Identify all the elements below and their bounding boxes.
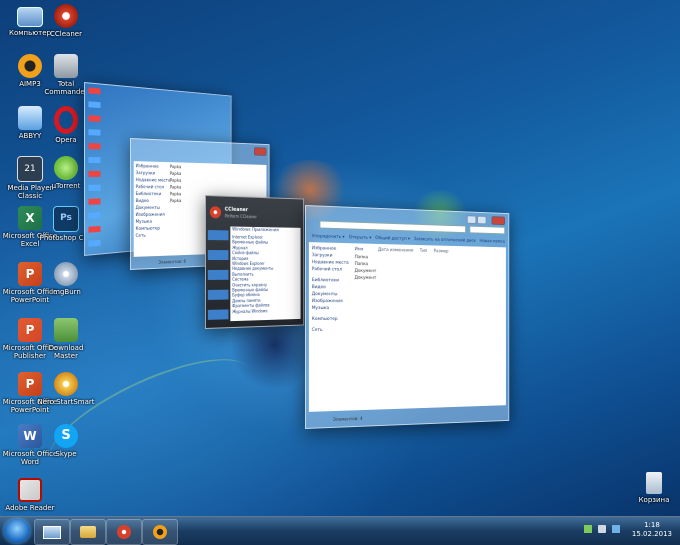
open-button[interactable]: Открыть ▾ [349, 235, 372, 241]
windows-explorer-icon [43, 526, 61, 539]
total-commander-icon [54, 54, 78, 78]
minimize-button[interactable] [466, 215, 477, 225]
volume-icon[interactable] [598, 525, 606, 533]
utorrent-icon [54, 156, 78, 180]
navigation-tree: Избранное Загрузки Недавние места Рабочи… [312, 245, 349, 334]
nav-music[interactable]: Музыка [312, 305, 349, 312]
network-icon[interactable] [584, 525, 592, 533]
flag-icon[interactable] [612, 525, 620, 533]
folder-icon [80, 526, 96, 538]
start-button[interactable] [4, 519, 30, 543]
imgburn-icon [54, 262, 78, 286]
burn-button[interactable]: Записать на оптический диск [414, 237, 476, 244]
tab-windows[interactable]: Windows [232, 228, 250, 233]
desktop-icon-imgburn[interactable]: ImgBurn [36, 262, 96, 296]
ccleaner-icon [117, 525, 131, 539]
desktop-icon-adobe-reader[interactable]: Adobe Reader [0, 478, 60, 512]
skype-icon: S [54, 424, 78, 448]
nav-network[interactable]: Сеть [312, 327, 349, 334]
organize-button[interactable]: Упорядочить ▾ [312, 234, 345, 240]
clock-date: 15.02.2013 [631, 530, 672, 538]
taskbar-button-explorer[interactable] [70, 519, 106, 545]
close-button[interactable] [254, 147, 267, 156]
cleaner-items: Internet Explorer Временные файлы Журнал Co… [232, 234, 274, 314]
tab-applications[interactable]: Приложения [252, 228, 279, 233]
download-master-icon [54, 318, 78, 342]
photoshop-icon: Ps [53, 206, 79, 232]
maximize-button[interactable] [477, 215, 487, 225]
ccleaner-logo-icon [209, 206, 222, 219]
file-list: Папка Папка Документ Документ [355, 254, 377, 282]
ccleaner-panel: Windows Приложения Internet Explorer Врем… [230, 226, 301, 322]
adobe-reader-icon [18, 478, 42, 502]
clock-time: 1:18 [644, 521, 660, 529]
window-ccleaner[interactable]: CCleaner Piriform CCleaner Windows Прило… [205, 195, 305, 329]
recycle-bin-icon [646, 472, 662, 494]
clock[interactable]: 1:18 15.02.2013 [632, 521, 672, 539]
close-button[interactable] [491, 216, 506, 226]
taskbar: 1:18 15.02.2013 [0, 516, 680, 545]
taskbar-button-ccleaner[interactable] [106, 519, 142, 545]
address-bar[interactable] [319, 220, 466, 234]
ccleaner-subtitle: Piriform CCleaner [224, 213, 257, 220]
disc-burner-icon [54, 372, 78, 396]
desktop-icon-download-master[interactable]: Download Master [36, 318, 96, 360]
desktop-icon-recycle-bin[interactable]: Корзина [624, 472, 680, 504]
status-bar: Элементов: 4 [332, 416, 363, 423]
taskbar-button-flip3d[interactable] [34, 519, 70, 545]
search-input[interactable] [469, 225, 506, 235]
ccleaner-sidebar [207, 226, 229, 322]
file-list: Papka Papka Papka Papka Papka Papka [169, 165, 182, 204]
nav-desktop[interactable]: Рабочий стол [312, 266, 349, 274]
desktop-icon-ccleaner[interactable]: CCleaner [36, 4, 96, 38]
ccleaner-title: CCleaner [224, 206, 248, 214]
desktop-icon-burner[interactable]: Nero StartSmart [36, 372, 96, 406]
navigation-tree: Избранное Загрузки Недавние места Рабочий с… [135, 164, 171, 239]
window-explorer-front[interactable]: Упорядочить ▾ Открыть ▾ Общий доступ ▾ З… [305, 205, 510, 429]
ccleaner-icon [54, 4, 78, 28]
status-bar: Элементов: 6 [158, 259, 186, 266]
new-folder-button[interactable]: Новая папка [480, 239, 505, 244]
desktop-icon-skype[interactable]: S Skype [36, 424, 96, 458]
wallpaper-streak [35, 336, 265, 496]
list-item[interactable]: Документ [355, 275, 377, 282]
share-button[interactable]: Общий доступ ▾ [375, 236, 410, 242]
aimp-icon [153, 525, 167, 539]
notification-area: 1:18 15.02.2013 [570, 517, 680, 545]
opera-icon [54, 106, 78, 134]
taskbar-button-aimp[interactable] [142, 519, 178, 545]
preview-icon-column [88, 87, 101, 247]
explorer-front-body: Избранное Загрузки Недавние места Рабочи… [308, 242, 506, 412]
